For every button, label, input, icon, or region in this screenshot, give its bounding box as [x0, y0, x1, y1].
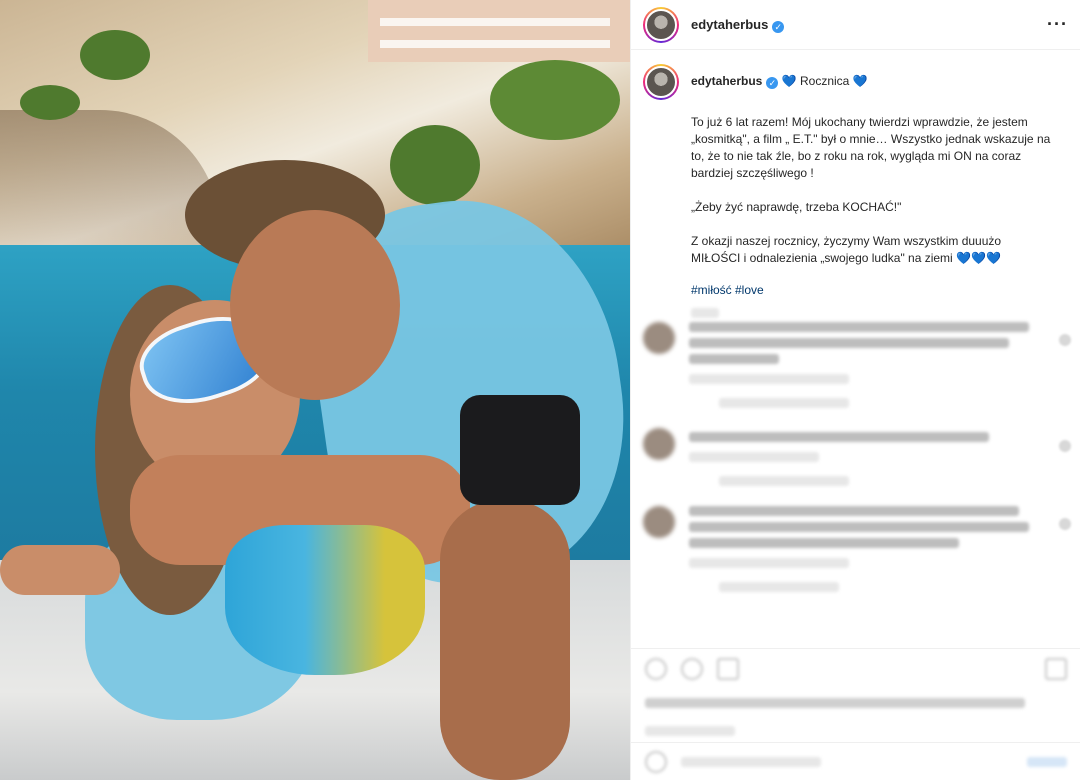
woman-arm — [0, 545, 120, 595]
caption-title: Rocznica — [800, 74, 850, 88]
post-timestamp-blurred — [645, 726, 735, 736]
blue-heart-icon: 💙 — [781, 74, 797, 88]
like-comment-icon[interactable] — [1059, 334, 1071, 346]
comment — [631, 506, 1080, 598]
caption-timestamp-blurred — [691, 308, 719, 318]
comment-avatar — [643, 506, 675, 538]
more-options-icon[interactable]: ··· — [1047, 14, 1068, 35]
comment-avatar — [643, 428, 675, 460]
post-comment-button-blurred[interactable] — [1027, 756, 1067, 767]
caption-paragraph: To już 6 lat razem! Mój ukochany twierdz… — [691, 115, 1051, 180]
save-icon[interactable] — [1045, 657, 1067, 680]
share-icon[interactable] — [717, 657, 739, 680]
caption: edytaherbus ✓ 💙 Rocznica 💙 To już 6 lat r… — [631, 50, 1080, 318]
post-photo[interactable] — [0, 0, 630, 780]
comment-icon[interactable] — [681, 657, 703, 680]
hashtags[interactable]: #miłość #love — [691, 282, 1051, 299]
bush — [20, 85, 80, 120]
caption-username[interactable]: edytaherbus — [691, 74, 762, 88]
like-comment-icon[interactable] — [1059, 440, 1071, 452]
author-avatar[interactable] — [643, 6, 679, 43]
like-icon[interactable] — [645, 657, 667, 680]
man-tshirt — [460, 395, 580, 505]
caption-quote: „Żeby żyć naprawdę, trzeba KOCHAĆ!" — [691, 200, 902, 214]
caption-avatar[interactable] — [643, 64, 679, 100]
bush — [490, 60, 620, 140]
action-bar — [631, 648, 1080, 688]
emoji-icon[interactable] — [645, 750, 667, 773]
author-username[interactable]: edytaherbus ✓ — [691, 17, 785, 33]
comments-list — [631, 322, 1080, 612]
comment — [631, 322, 1080, 414]
add-comment-bar — [631, 742, 1080, 780]
comment — [631, 428, 1080, 492]
add-comment-input-blurred[interactable] — [681, 756, 821, 767]
comment-avatar — [643, 322, 675, 354]
man-face — [230, 210, 400, 400]
verified-badge-icon: ✓ — [772, 20, 785, 33]
like-comment-icon[interactable] — [1059, 518, 1071, 530]
bikini-top — [225, 525, 425, 675]
villa-building — [368, 0, 630, 62]
post-header: edytaherbus ✓ ··· — [631, 0, 1080, 50]
likes-blurred — [645, 698, 1025, 708]
verified-badge-icon: ✓ — [766, 77, 779, 89]
bush — [80, 30, 150, 80]
blue-hearts-icon: 💙💙💙 — [956, 251, 1001, 265]
post-panel: edytaherbus ✓ ··· edytaherbus ✓ 💙 Rocznica… — [630, 0, 1080, 780]
bush — [390, 125, 480, 205]
blue-heart-icon: 💙 — [852, 74, 868, 88]
caption-body: To już 6 lat razem! Mój ukochany twierdz… — [691, 114, 1051, 318]
caption-paragraph: Z okazji naszej rocznicy, życzymy Wam ws… — [691, 234, 1002, 265]
man-tattooed-arm — [440, 500, 570, 780]
